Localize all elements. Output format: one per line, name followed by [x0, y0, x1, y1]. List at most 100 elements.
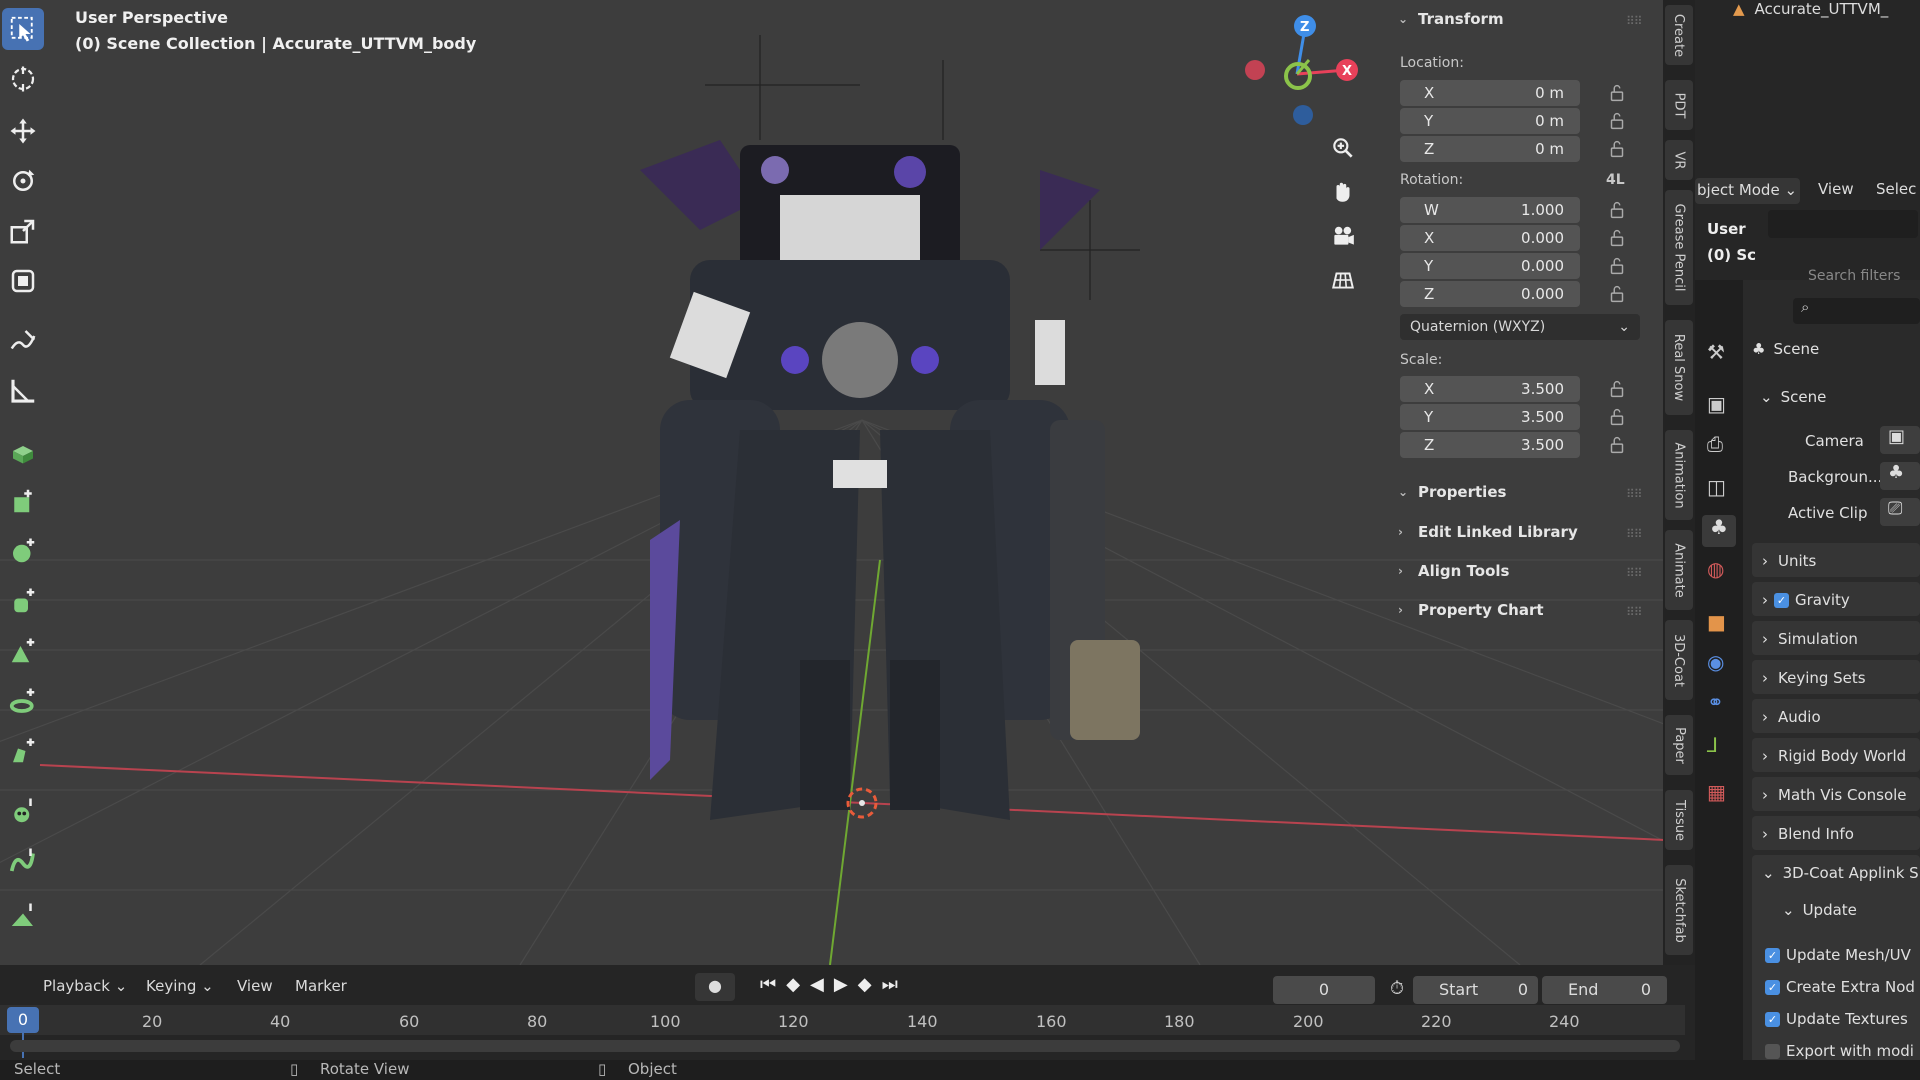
zoom-icon[interactable]	[1323, 128, 1363, 168]
start-frame-field[interactable]: Start 0	[1413, 976, 1538, 1004]
timeline-scrollbar[interactable]	[10, 1040, 1680, 1052]
physics-tab-icon[interactable]: ◉	[1707, 650, 1724, 674]
select-menu[interactable]: Selec	[1876, 180, 1916, 198]
navigation-gizmo[interactable]: Z X	[1235, 10, 1405, 130]
scale-x-field[interactable]: X 3.500	[1400, 376, 1580, 402]
tab-pdt[interactable]: PDT	[1665, 80, 1693, 130]
move-icon[interactable]	[2, 110, 44, 152]
align-tools-header[interactable]: › Align Tools	[1398, 562, 1509, 580]
texture-tab-icon[interactable]: ▦	[1707, 780, 1726, 804]
tool-tab-icon[interactable]: ⚒	[1707, 340, 1725, 364]
marker-menu[interactable]: Marker	[295, 977, 347, 995]
keying-menu[interactable]: Keying ⌄	[146, 977, 214, 995]
active-clip-field[interactable]: ⎚	[1880, 498, 1920, 526]
tab-animate[interactable]: Animate	[1665, 530, 1693, 610]
add-shape-icon[interactable]	[2, 730, 44, 772]
play-icon[interactable]: ▶	[834, 974, 858, 995]
playback-menu[interactable]: Playback ⌄	[43, 977, 127, 995]
rotation-z-field[interactable]: Z 0.000	[1400, 281, 1580, 307]
next-keyframe-icon[interactable]: ◆	[858, 974, 882, 995]
lock-icon[interactable]	[1606, 110, 1628, 132]
3d-coat-applink-header[interactable]: ⌄ 3D-Coat Applink S	[1762, 864, 1919, 882]
rotation-y-field[interactable]: Y 0.000	[1400, 253, 1580, 279]
properties-search-input[interactable]: ⌕	[1793, 298, 1920, 324]
scale-y-field[interactable]: Y 3.500	[1400, 404, 1580, 430]
update-mesh-uv-checkbox[interactable]: ✓ Update Mesh/UV	[1765, 946, 1911, 964]
lock-icon[interactable]	[1606, 434, 1628, 456]
drag-handle-icon[interactable]: ⠿⠿	[1626, 605, 1643, 619]
tab-real-snow[interactable]: Real Snow	[1665, 320, 1693, 415]
drag-handle-icon[interactable]: ⠿⠿	[1626, 566, 1643, 580]
audio-header[interactable]: › Audio	[1762, 708, 1821, 726]
tab-sketchfab[interactable]: Sketchfab	[1665, 865, 1693, 955]
gravity-header[interactable]: › ✓ Gravity	[1762, 591, 1850, 609]
add-curve-icon[interactable]	[2, 840, 44, 882]
camera-field[interactable]: ▣	[1880, 426, 1920, 454]
units-header[interactable]: › Units	[1762, 552, 1816, 570]
cursor-icon[interactable]	[2, 58, 44, 100]
tab-grease-pencil[interactable]: Grease Pencil	[1665, 190, 1693, 305]
transform-icon[interactable]	[2, 260, 44, 302]
record-button[interactable]: ●	[695, 973, 735, 1001]
math-vis-console-header[interactable]: › Math Vis Console	[1762, 786, 1907, 804]
lock-icon[interactable]	[1606, 199, 1628, 221]
play-reverse-icon[interactable]: ◀	[810, 974, 834, 995]
tab-animation[interactable]: Animation	[1665, 430, 1693, 520]
add-cube-icon[interactable]	[2, 480, 44, 522]
render-tab-icon[interactable]: ▣	[1707, 392, 1726, 416]
world-tab-icon[interactable]: ◍	[1707, 557, 1724, 581]
stopwatch-icon[interactable]: ⏱	[1390, 978, 1404, 999]
drag-handle-icon[interactable]: ⠿⠿	[1626, 527, 1643, 541]
tab-vr[interactable]: VR	[1665, 140, 1693, 180]
transform-header[interactable]: ⌄ Transform	[1398, 10, 1504, 28]
annotate-icon[interactable]	[2, 320, 44, 362]
jump-start-icon[interactable]: ⏮	[760, 974, 786, 995]
prev-keyframe-icon[interactable]: ◆	[786, 974, 810, 995]
scale-z-field[interactable]: Z 3.500	[1400, 432, 1580, 458]
output-tab-icon[interactable]: ⎙	[1707, 432, 1723, 456]
location-x-field[interactable]: X0 m	[1400, 80, 1580, 106]
scale-icon[interactable]	[2, 210, 44, 252]
pan-hand-icon[interactable]	[1323, 172, 1363, 212]
playhead-frame-badge[interactable]: 0	[7, 1007, 39, 1033]
view-menu[interactable]: View	[237, 977, 273, 995]
tab-tissue[interactable]: Tissue	[1665, 790, 1693, 850]
object-tab-icon[interactable]: ■	[1707, 610, 1726, 634]
lock-icon[interactable]	[1606, 227, 1628, 249]
jump-end-icon[interactable]: ⏭	[882, 974, 908, 995]
add-torus-icon[interactable]	[2, 680, 44, 722]
view-layer-tab-icon[interactable]: ◫	[1707, 475, 1726, 499]
data-tab-icon[interactable]: ⅃	[1707, 733, 1718, 757]
add-cone-icon[interactable]	[2, 630, 44, 672]
lock-icon[interactable]	[1606, 82, 1628, 104]
lock-icon[interactable]	[1606, 283, 1628, 305]
rotate-icon[interactable]	[2, 160, 44, 202]
keying-sets-header[interactable]: › Keying Sets	[1762, 669, 1866, 687]
simulation-header[interactable]: › Simulation	[1762, 630, 1858, 648]
scene-tab-icon[interactable]: ♣	[1702, 515, 1736, 547]
properties-panel-header[interactable]: ⌄ Properties	[1398, 483, 1506, 501]
mode-dropdown[interactable]: bject Mode ⌄	[1695, 178, 1800, 204]
update-subpanel-header[interactable]: ⌄ Update	[1782, 901, 1857, 919]
rigid-body-world-header[interactable]: › Rigid Body World	[1762, 747, 1906, 765]
add-sphere-icon[interactable]	[2, 530, 44, 572]
tab-paper[interactable]: Paper	[1665, 715, 1693, 775]
property-chart-header[interactable]: › Property Chart	[1398, 601, 1544, 619]
lock-icon[interactable]	[1606, 138, 1628, 160]
rotation-x-field[interactable]: X 0.000	[1400, 225, 1580, 251]
rotation-mode-dropdown[interactable]: Quaternion (WXYZ) ⌄	[1400, 314, 1640, 340]
edit-linked-library-header[interactable]: › Edit Linked Library	[1398, 523, 1578, 541]
view-menu[interactable]: View	[1818, 180, 1854, 198]
tab-create[interactable]: Create	[1665, 5, 1693, 65]
add-cylinder-icon[interactable]	[2, 580, 44, 622]
lock-icon[interactable]	[1606, 406, 1628, 428]
lock-icon[interactable]	[1606, 378, 1628, 400]
update-textures-checkbox[interactable]: ✓ Update Textures	[1765, 1010, 1908, 1028]
select-box-icon[interactable]	[2, 8, 44, 50]
add-mesh-icon[interactable]	[2, 895, 44, 937]
location-z-field[interactable]: Z0 m	[1400, 136, 1580, 162]
lock-icon[interactable]	[1606, 255, 1628, 277]
gravity-checkbox[interactable]: ✓	[1774, 593, 1789, 608]
blend-info-header[interactable]: › Blend Info	[1762, 825, 1854, 843]
orthographic-toggle-icon[interactable]	[1323, 260, 1363, 300]
